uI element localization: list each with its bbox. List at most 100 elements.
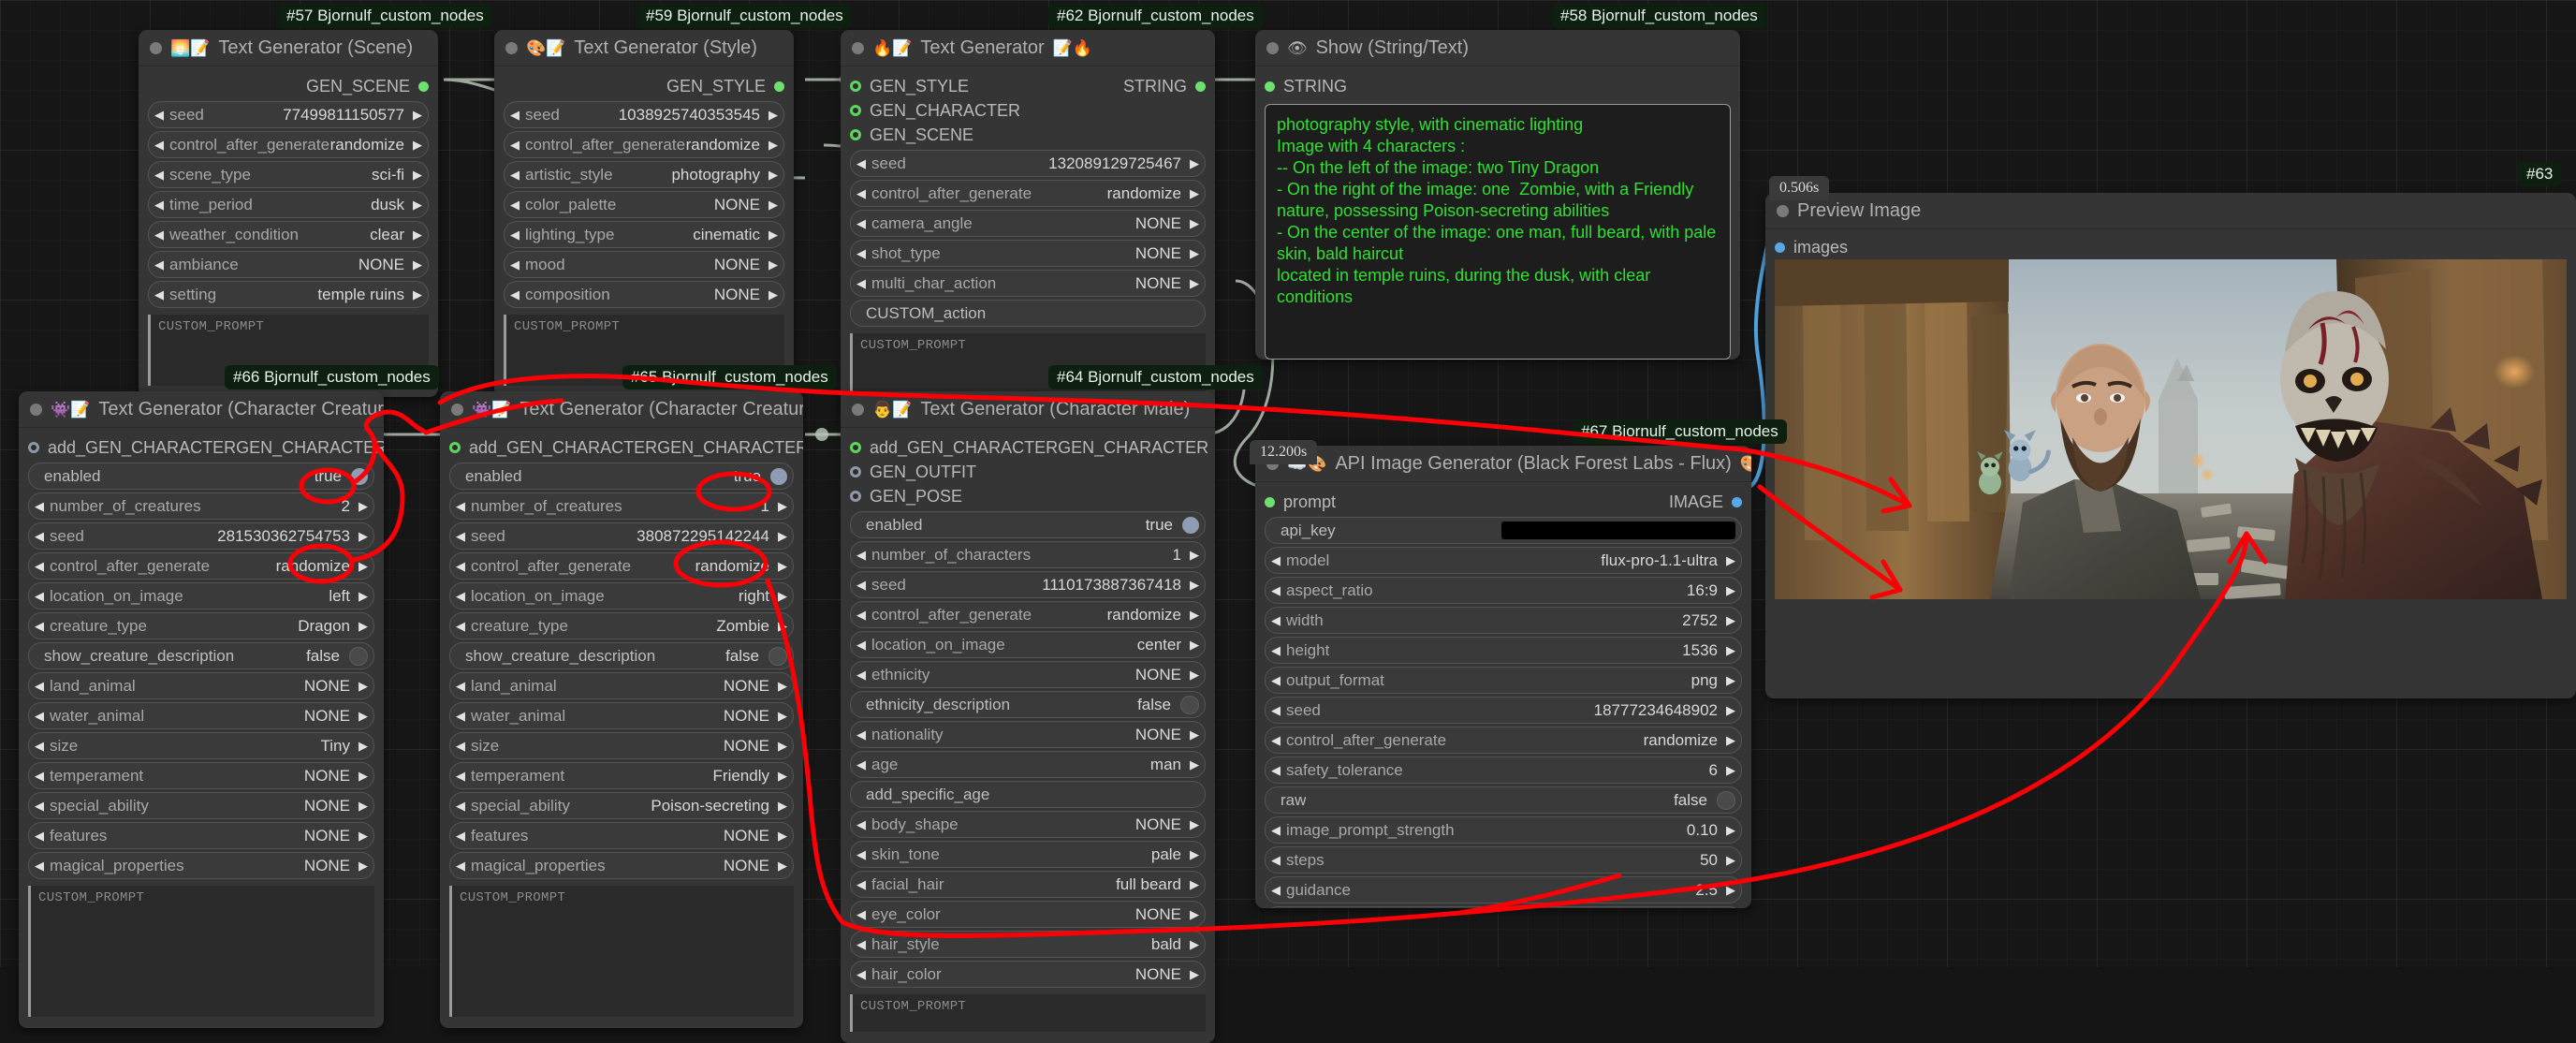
increment-arrow-icon[interactable]: ▶: [1726, 734, 1735, 746]
decrement-arrow-icon[interactable]: ◀: [510, 258, 520, 271]
increment-arrow-icon[interactable]: ▶: [1190, 277, 1199, 289]
decrement-arrow-icon[interactable]: ◀: [154, 198, 164, 211]
increment-arrow-icon[interactable]: ▶: [778, 859, 787, 872]
widget-add-specific-age[interactable]: add_specific_age: [850, 781, 1206, 808]
increment-arrow-icon[interactable]: ▶: [1190, 848, 1199, 860]
widget-lighting-type[interactable]: ◀lighting_typecinematic▶: [504, 221, 784, 248]
node-title-bar[interactable]: 👾📝 Text Generator (Character Creature): [19, 391, 384, 428]
increment-arrow-icon[interactable]: ▶: [1190, 938, 1199, 950]
output-port-gen-character[interactable]: GEN_CHARACTER: [657, 438, 803, 458]
widget-show-creature-description[interactable]: show_creature_descriptionfalse: [28, 642, 374, 669]
decrement-arrow-icon[interactable]: ◀: [1271, 554, 1281, 566]
decrement-arrow-icon[interactable]: ◀: [456, 620, 465, 632]
increment-arrow-icon[interactable]: ▶: [1190, 668, 1199, 681]
node-text-generator-style[interactable]: 🎨📝 Text Generator (Style) GEN_STYLE ◀see…: [494, 30, 794, 397]
decrement-arrow-icon[interactable]: ◀: [856, 758, 866, 771]
toggle-knob-icon[interactable]: [351, 468, 368, 485]
decrement-arrow-icon[interactable]: ◀: [456, 590, 465, 602]
increment-arrow-icon[interactable]: ▶: [359, 500, 368, 512]
increment-arrow-icon[interactable]: ▶: [778, 620, 787, 632]
increment-arrow-icon[interactable]: ▶: [359, 770, 368, 782]
node-text-generator-character-creature-right[interactable]: 👾📝 Text Generator (Character Creature) a…: [440, 391, 803, 1028]
decrement-arrow-icon[interactable]: ◀: [154, 139, 164, 151]
widget-water-animal[interactable]: ◀water_animalNONE▶: [28, 702, 374, 729]
port-dot-icon[interactable]: [1732, 497, 1742, 507]
decrement-arrow-icon[interactable]: ◀: [35, 590, 44, 602]
widget-nationality[interactable]: ◀nationalityNONE▶: [850, 721, 1206, 748]
increment-arrow-icon[interactable]: ▶: [359, 620, 368, 632]
widget-control-after-generate[interactable]: ◀control_after_generaterandomize▶: [850, 180, 1206, 207]
node-title-bar[interactable]: 🌅📝 Text Generator (Scene): [139, 30, 438, 66]
toggle-knob-icon[interactable]: [768, 647, 787, 666]
increment-arrow-icon[interactable]: ▶: [359, 710, 368, 722]
increment-arrow-icon[interactable]: ▶: [768, 169, 778, 181]
decrement-arrow-icon[interactable]: ◀: [35, 560, 44, 572]
decrement-arrow-icon[interactable]: ◀: [510, 139, 520, 151]
collapse-dot-icon[interactable]: [30, 404, 42, 416]
decrement-arrow-icon[interactable]: ◀: [456, 830, 465, 842]
decrement-arrow-icon[interactable]: ◀: [456, 740, 465, 752]
node-graph-canvas[interactable]: #57 Bjornulf_custom_nodes 🌅📝 Text Genera…: [0, 0, 2576, 967]
widget-number-of-characters[interactable]: ◀number_of_characters1▶: [850, 541, 1206, 568]
widget-time-period[interactable]: ◀time_perioddusk▶: [148, 191, 429, 218]
widget-skin-tone[interactable]: ◀skin_tonepale▶: [850, 841, 1206, 868]
widget-model[interactable]: ◀modelflux-pro-1.1-ultra▶: [1265, 547, 1742, 574]
widget-safety-tolerance[interactable]: ◀safety_tolerance6▶: [1265, 757, 1742, 784]
decrement-arrow-icon[interactable]: ◀: [1271, 674, 1281, 686]
decrement-arrow-icon[interactable]: ◀: [154, 109, 164, 121]
widget-multi-char-action[interactable]: ◀multi_char_actionNONE▶: [850, 270, 1206, 297]
widget-location-on-image[interactable]: ◀location_on_imageright▶: [449, 582, 794, 610]
decrement-arrow-icon[interactable]: ◀: [510, 288, 520, 301]
widget-control-after-generate[interactable]: ◀control_after_generaterandomize▶: [1265, 727, 1742, 754]
widget-control-after-generate[interactable]: ◀control_after_generaterandomize▶: [850, 601, 1206, 628]
widget-ambiance[interactable]: ◀ambianceNONE▶: [148, 251, 429, 278]
decrement-arrow-icon[interactable]: ◀: [35, 500, 44, 512]
node-text-generator-scene[interactable]: 🌅📝 Text Generator (Scene) GEN_SCENE ◀see…: [139, 30, 438, 397]
custom-prompt-textarea[interactable]: CUSTOM_PROMPT: [28, 886, 374, 1017]
collapse-dot-icon[interactable]: [1777, 205, 1789, 217]
decrement-arrow-icon[interactable]: ◀: [856, 609, 866, 621]
widget-enabled[interactable]: enabledtrue: [28, 463, 374, 490]
decrement-arrow-icon[interactable]: ◀: [456, 560, 465, 572]
port-dot-icon[interactable]: [28, 442, 39, 453]
input-port-add-gen-character[interactable]: add_GEN_CHARACTER: [449, 438, 657, 458]
increment-arrow-icon[interactable]: ▶: [1726, 764, 1735, 776]
custom-prompt-textarea[interactable]: CUSTOM_PROMPT: [449, 886, 794, 1017]
collapse-dot-icon[interactable]: [852, 42, 864, 54]
decrement-arrow-icon[interactable]: ◀: [35, 680, 44, 692]
decrement-arrow-icon[interactable]: ◀: [154, 228, 164, 241]
increment-arrow-icon[interactable]: ▶: [1190, 187, 1199, 199]
widget-shot-type[interactable]: ◀shot_typeNONE▶: [850, 240, 1206, 267]
widget-magical-properties[interactable]: ◀magical_propertiesNONE▶: [28, 852, 374, 879]
increment-arrow-icon[interactable]: ▶: [413, 169, 422, 181]
increment-arrow-icon[interactable]: ▶: [778, 710, 787, 722]
widget-seed[interactable]: ◀seed1038925740353545▶: [504, 101, 784, 128]
port-dot-icon[interactable]: [850, 442, 861, 453]
widget-special-ability[interactable]: ◀special_abilityNONE▶: [28, 792, 374, 819]
widget-land-animal[interactable]: ◀land_animalNONE▶: [28, 672, 374, 699]
decrement-arrow-icon[interactable]: ◀: [1271, 704, 1281, 716]
decrement-arrow-icon[interactable]: ◀: [35, 830, 44, 842]
increment-arrow-icon[interactable]: ▶: [778, 680, 787, 692]
decrement-arrow-icon[interactable]: ◀: [1271, 854, 1281, 866]
decrement-arrow-icon[interactable]: ◀: [856, 878, 866, 890]
widget-hair-color[interactable]: ◀hair_colorNONE▶: [850, 961, 1206, 988]
decrement-arrow-icon[interactable]: ◀: [856, 818, 866, 830]
widget-width[interactable]: ◀width2752▶: [1265, 607, 1742, 634]
increment-arrow-icon[interactable]: ▶: [1190, 157, 1199, 169]
increment-arrow-icon[interactable]: ▶: [1726, 854, 1735, 866]
toggle-knob-icon[interactable]: [1180, 696, 1199, 714]
node-preview-image[interactable]: Preview Image images: [1765, 193, 2576, 698]
decrement-arrow-icon[interactable]: ◀: [35, 859, 44, 872]
widget-creature-type[interactable]: ◀creature_typeDragon▶: [28, 612, 374, 639]
increment-arrow-icon[interactable]: ▶: [359, 830, 368, 842]
input-port-gen-outfit[interactable]: GEN_OUTFIT: [850, 463, 976, 482]
decrement-arrow-icon[interactable]: ◀: [35, 800, 44, 812]
increment-arrow-icon[interactable]: ▶: [1190, 579, 1199, 591]
decrement-arrow-icon[interactable]: ◀: [1271, 584, 1281, 596]
widget-magical-properties[interactable]: ◀magical_propertiesNONE▶: [449, 852, 794, 879]
node-text-generator-character-male[interactable]: 👨📝 Text Generator (Character Male) add_G…: [841, 391, 1215, 1043]
widget-weather-condition[interactable]: ◀weather_conditionclear▶: [148, 221, 429, 248]
decrement-arrow-icon[interactable]: ◀: [856, 217, 866, 229]
widget-body-shape[interactable]: ◀body_shapeNONE▶: [850, 811, 1206, 838]
